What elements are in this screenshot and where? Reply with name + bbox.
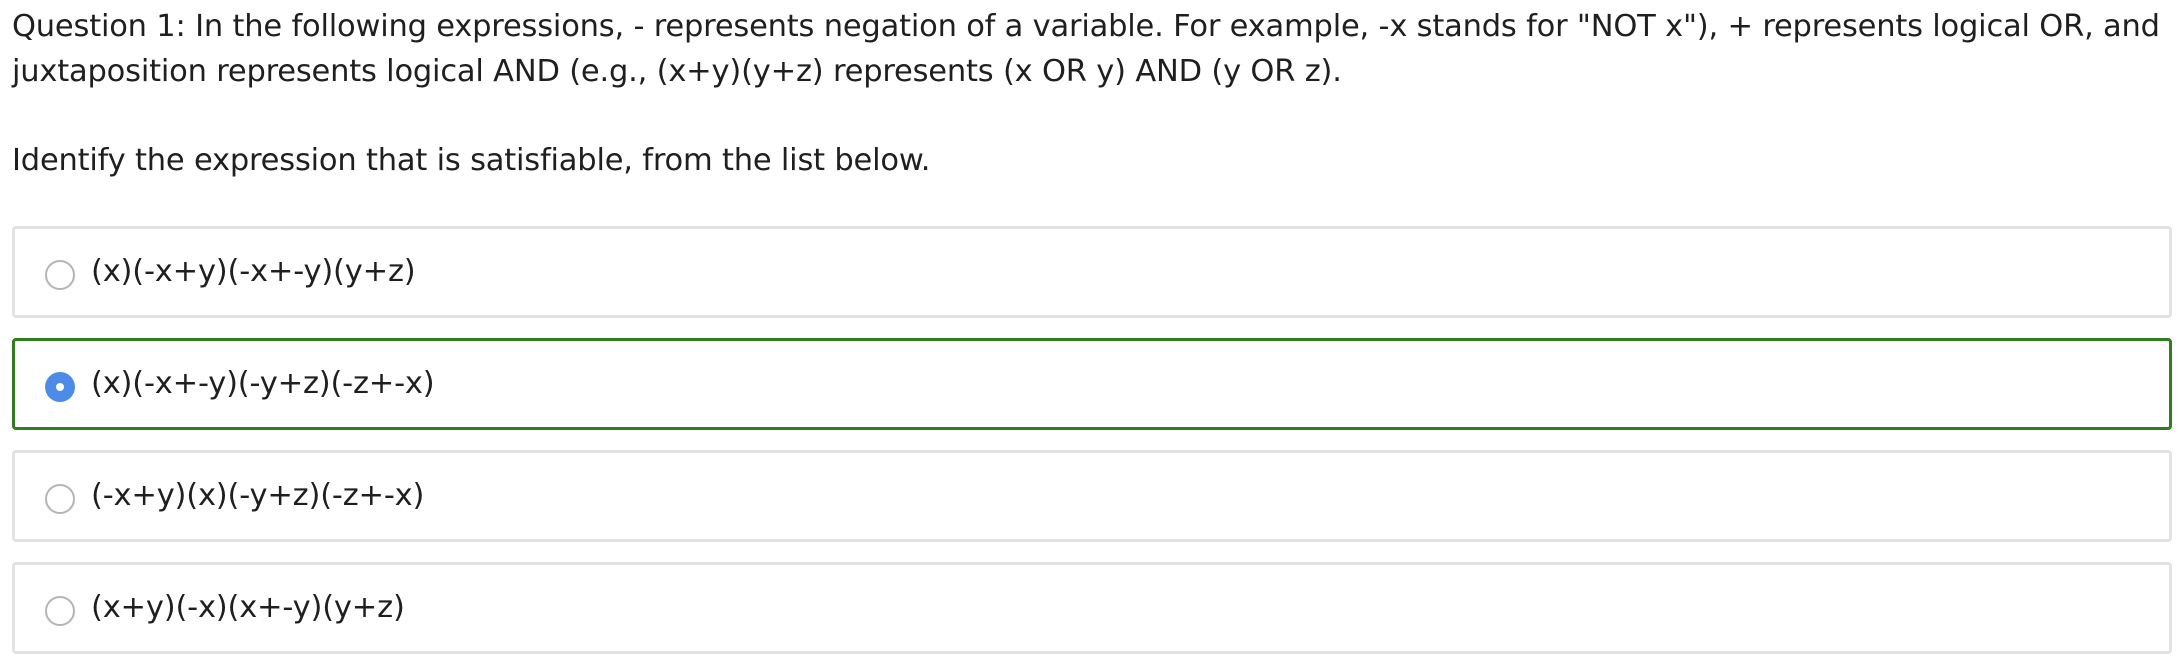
question-instruction: Identify the expression that is satisfia… <box>12 143 931 178</box>
question-line-1: Question 1: In the following expressions… <box>12 9 2160 44</box>
answer-option-1[interactable]: (x)(-x+y)(-x+-y)(y+z) <box>12 226 2172 318</box>
question-line-2: juxtaposition represents logical AND (e.… <box>12 54 1342 89</box>
radio-button-icon[interactable] <box>45 596 75 626</box>
radio-button-selected-icon[interactable] <box>45 372 75 402</box>
answer-option-label: (x)(-x+y)(-x+-y)(y+z) <box>91 254 416 289</box>
answer-option-4[interactable]: (x+y)(-x)(x+-y)(y+z) <box>12 562 2172 654</box>
answer-option-label: (-x+y)(x)(-y+z)(-z+-x) <box>91 478 425 513</box>
answer-option-2[interactable]: (x)(-x+-y)(-y+z)(-z+-x) <box>12 338 2172 430</box>
radio-button-icon[interactable] <box>45 260 75 290</box>
quiz-page: Question 1: In the following expressions… <box>0 0 2184 666</box>
question-text: Question 1: In the following expressions… <box>12 4 2162 94</box>
radio-dot-icon <box>56 383 64 391</box>
answer-option-label: (x+y)(-x)(x+-y)(y+z) <box>91 590 405 625</box>
answer-option-label: (x)(-x+-y)(-y+z)(-z+-x) <box>91 366 435 401</box>
radio-button-icon[interactable] <box>45 484 75 514</box>
answer-option-3[interactable]: (-x+y)(x)(-y+z)(-z+-x) <box>12 450 2172 542</box>
